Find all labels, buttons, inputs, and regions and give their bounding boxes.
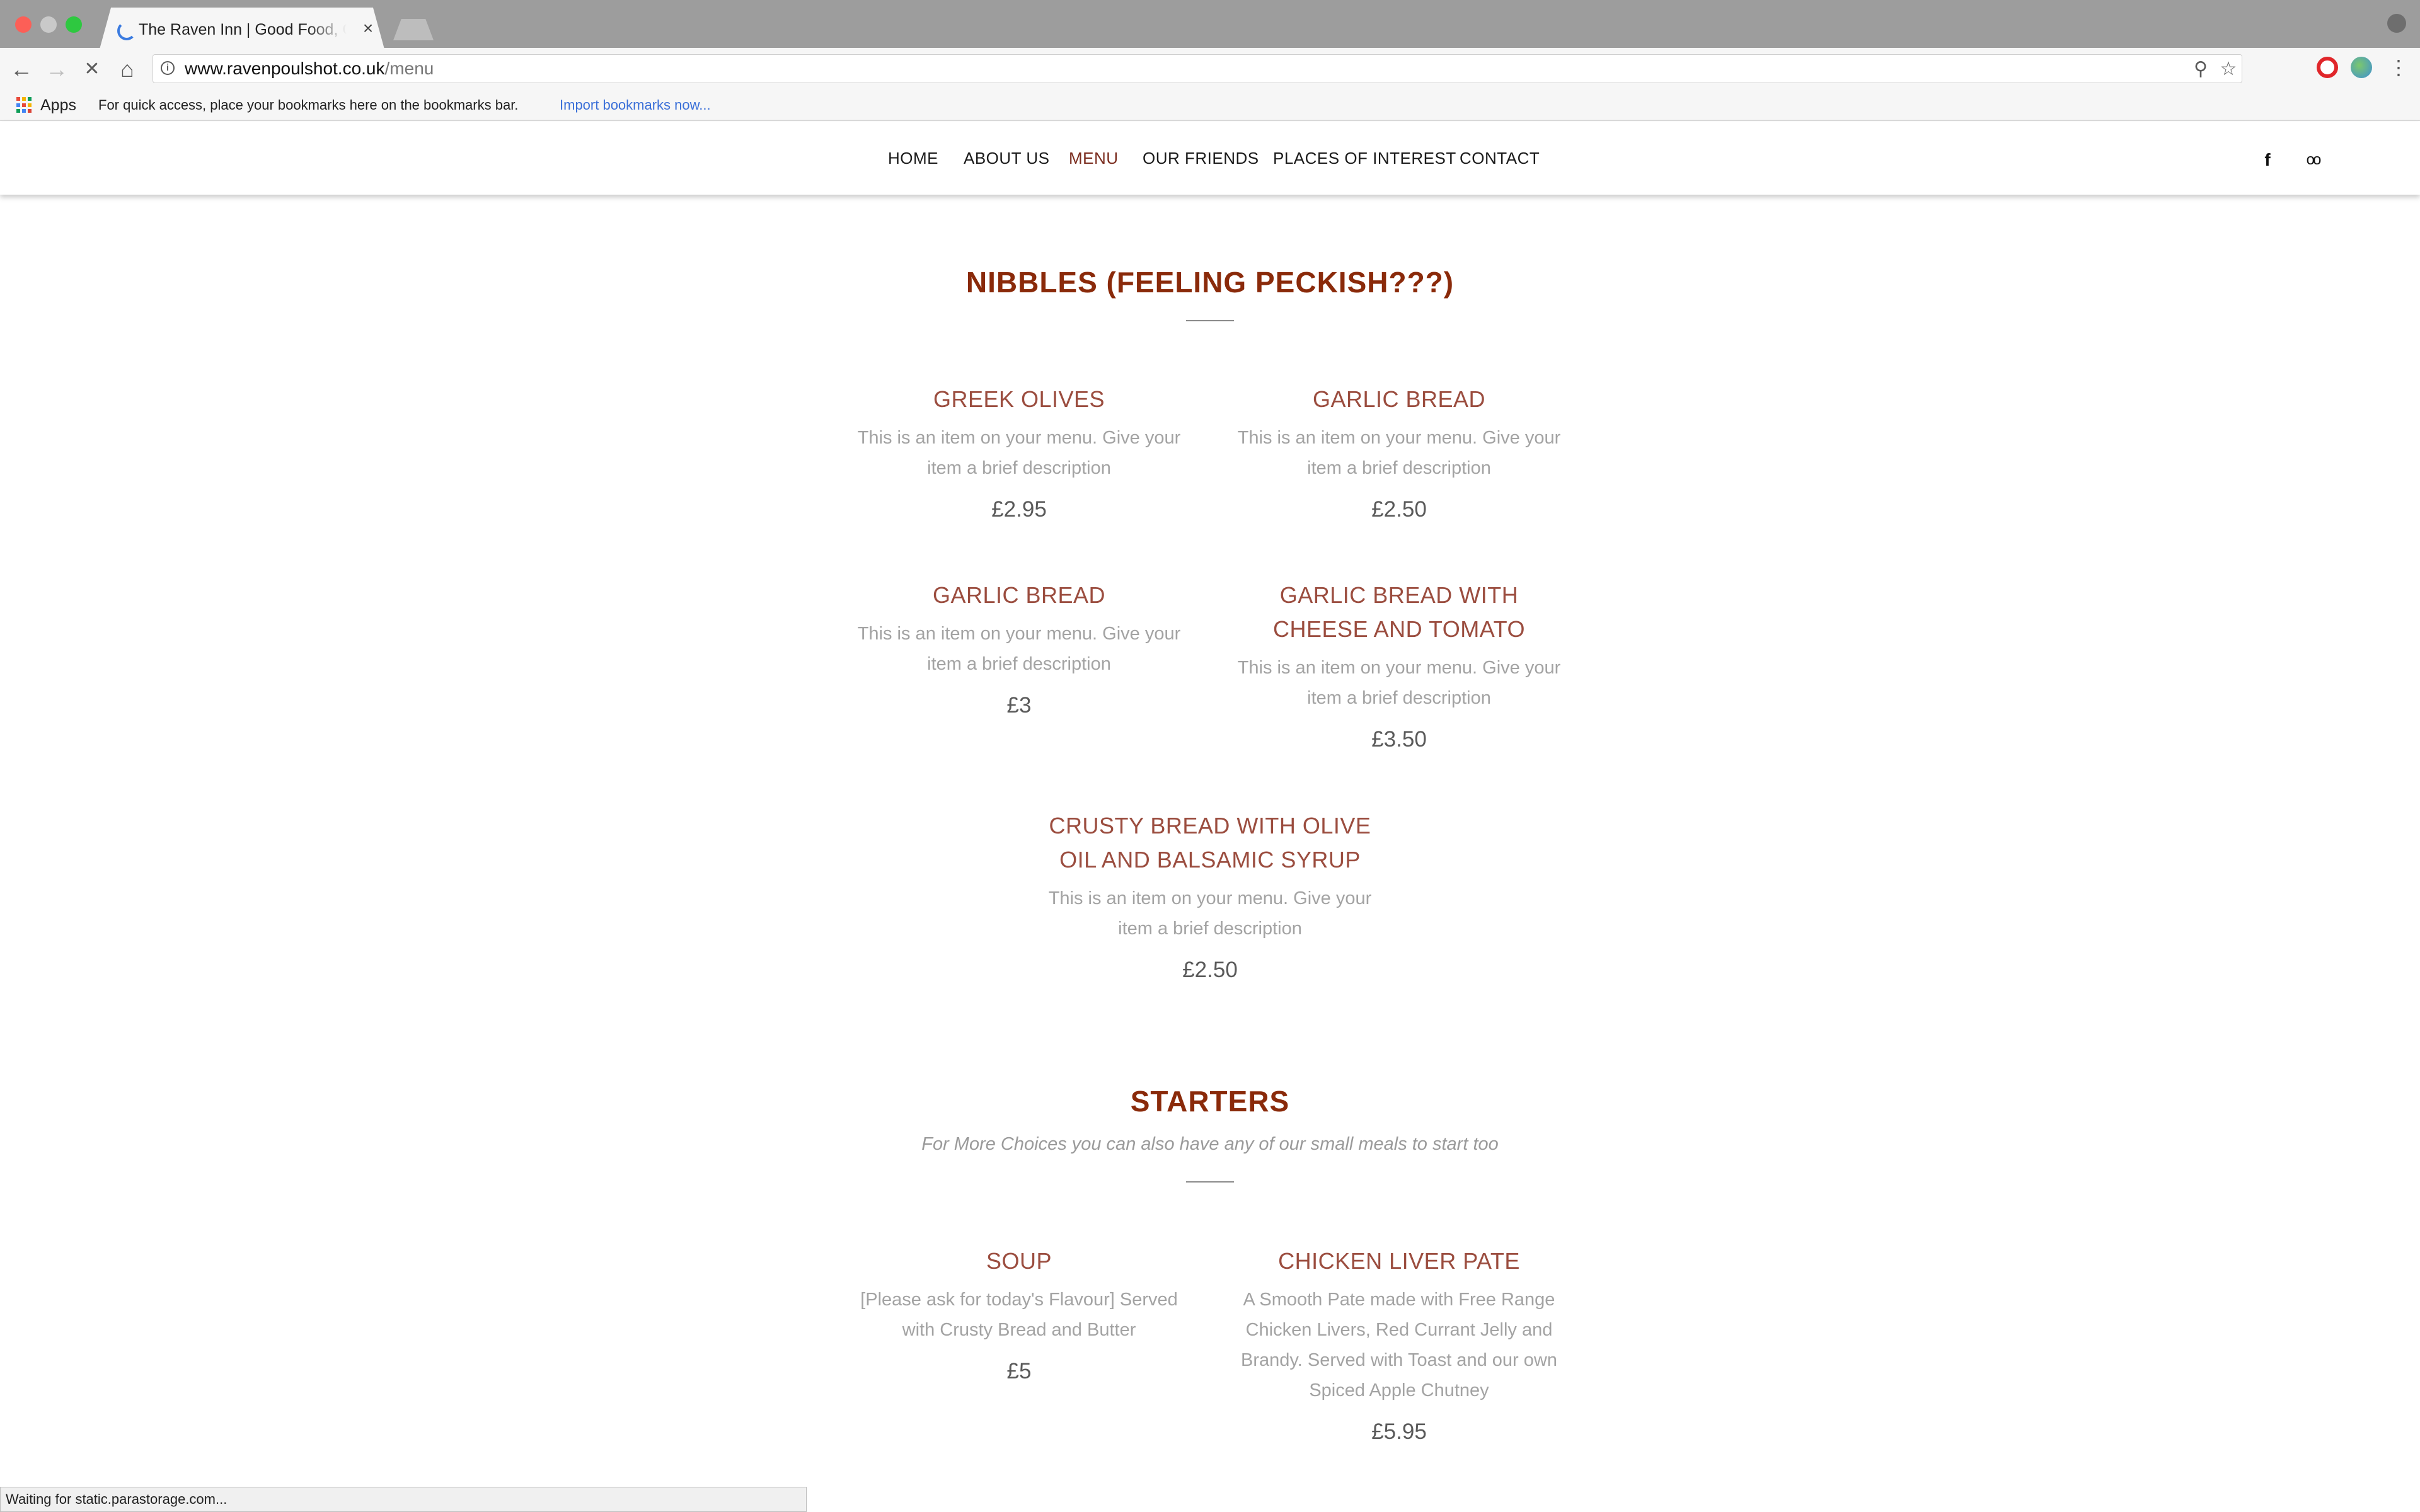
menu-item-name: GARLIC BREAD	[932, 582, 1106, 608]
section-title-nibbles: NIBBLES (FEELING PECKISH???)	[965, 266, 1455, 299]
menu-item-price: £5	[1006, 1359, 1032, 1383]
main-nav: HOME ABOUT US MENU OUR FRIENDS PLACES OF…	[0, 122, 2420, 195]
menu-item-name: GARLIC BREAD WITH CHEESE AND TOMATO	[1273, 582, 1525, 642]
nav-menu[interactable]: MENU	[1069, 147, 1119, 169]
maximize-window-button[interactable]	[66, 16, 82, 33]
menu-item: CHICKEN LIVER PATE A Smooth Pate made wi…	[1235, 1244, 1563, 1447]
zoom-icon[interactable]: ⚲	[2190, 59, 2211, 80]
new-tab-button[interactable]	[393, 19, 434, 40]
stop-loading-icon[interactable]: ✕	[78, 55, 106, 83]
menu-item-desc: This is an item on your menu. Give your …	[1237, 658, 1561, 708]
apps-grid-dot	[16, 97, 20, 101]
bookmark-star-icon[interactable]: ☆	[2218, 59, 2239, 80]
browser-tab-active[interactable]: The Raven Inn | Good Food, Good ×	[100, 8, 384, 49]
apps-grid-dot	[22, 109, 26, 113]
menu-item-desc: This is an item on your menu. Give your …	[857, 428, 1181, 478]
close-window-button[interactable]	[15, 16, 32, 33]
site-info-icon[interactable]: i	[161, 61, 175, 75]
nav-places-of-interest[interactable]: PLACES OF INTEREST	[1273, 147, 1456, 169]
section-divider	[1186, 1181, 1234, 1183]
apps-grid-dot	[28, 103, 32, 107]
menu-item-desc: [Please ask for today's Flavour] Served …	[860, 1290, 1178, 1340]
address-bar[interactable]: i www.ravenpoulshot.co.uk/menu ⚲ ☆	[153, 54, 2242, 83]
menu-item: GARLIC BREAD This is an item on your men…	[855, 578, 1183, 721]
apps-grid-dot	[22, 103, 26, 107]
tripadvisor-icon[interactable]: oo	[2300, 151, 2325, 169]
url-host: www.ravenpoulshot.co.uk	[185, 59, 385, 78]
menu-item-name: SOUP	[986, 1248, 1052, 1274]
browser-titlebar: The Raven Inn | Good Food, Good ×	[0, 0, 2420, 49]
menu-item-price: £5.95	[1371, 1419, 1427, 1444]
loading-spinner-icon	[117, 21, 136, 40]
menu-content: NIBBLES (FEELING PECKISH???) GREEK OLIVE…	[0, 195, 2420, 1512]
menu-item: CRUSTY BREAD WITH OLIVE OIL AND BALSAMIC…	[1046, 809, 1374, 985]
menu-item-price: £3.50	[1371, 727, 1427, 752]
menu-item-price: £2.50	[1182, 958, 1238, 982]
url-path: /menu	[384, 59, 434, 78]
url-text[interactable]: www.ravenpoulshot.co.uk/menu	[185, 57, 434, 80]
opera-extension-icon[interactable]	[2317, 57, 2338, 78]
menu-item-desc: This is an item on your menu. Give your …	[1048, 888, 1372, 939]
apps-grid-dot	[22, 97, 26, 101]
apps-grid-dot	[28, 109, 32, 113]
menu-item-name: CHICKEN LIVER PATE	[1278, 1248, 1520, 1274]
section-divider	[1186, 320, 1234, 321]
minimize-window-button[interactable]	[40, 16, 57, 33]
section-subtitle-starters: For More Choices you can also have any o…	[921, 1134, 1499, 1154]
nav-home[interactable]: HOME	[888, 147, 938, 169]
section-title-starters: STARTERS	[1130, 1085, 1290, 1118]
menu-item-desc: This is an item on your menu. Give your …	[1237, 428, 1561, 478]
menu-item-price: £3	[1006, 693, 1032, 718]
import-bookmarks-link[interactable]: Import bookmarks now...	[560, 96, 711, 115]
apps-grid-icon[interactable]	[16, 97, 33, 113]
menu-item-desc: A Smooth Pate made with Free Range Chick…	[1241, 1290, 1557, 1400]
facebook-icon[interactable]: f	[2259, 151, 2276, 169]
bookmarks-hint: For quick access, place your bookmarks h…	[98, 97, 519, 113]
profile-icon[interactable]	[2387, 14, 2406, 33]
nav-contact[interactable]: CONTACT	[1460, 147, 1540, 169]
menu-item: GARLIC BREAD WITH CHEESE AND TOMATO This…	[1235, 578, 1563, 755]
site-header: HOME ABOUT US MENU OUR FRIENDS PLACES OF…	[0, 122, 2420, 195]
apps-grid-dot	[16, 103, 20, 107]
browser-menu-icon[interactable]: ⋮	[2388, 57, 2409, 78]
forward-arrow-icon[interactable]: →	[43, 55, 71, 83]
nav-about-us[interactable]: ABOUT US	[964, 147, 1049, 169]
menu-item-name: GARLIC BREAD	[1312, 386, 1486, 412]
apps-grid-dot	[28, 97, 32, 101]
back-arrow-icon[interactable]: ←	[8, 55, 35, 83]
menu-item-name: GREEK OLIVES	[933, 386, 1105, 412]
browser-status-bar: Waiting for static.parastorage.com...	[0, 1487, 807, 1512]
apps-link[interactable]: Apps	[40, 94, 76, 116]
menu-item: GARLIC BREAD This is an item on your men…	[1235, 382, 1563, 525]
tab-close-icon[interactable]: ×	[359, 18, 377, 39]
globe-extension-icon[interactable]	[2351, 57, 2372, 78]
menu-item-desc: This is an item on your menu. Give your …	[857, 624, 1181, 674]
home-icon[interactable]: ⌂	[113, 55, 141, 83]
menu-item-price: £2.95	[991, 497, 1047, 522]
bookmarks-bar: Apps For quick access, place your bookma…	[0, 89, 2420, 121]
tab-title-fade	[308, 19, 347, 40]
apps-grid-dot	[16, 109, 20, 113]
browser-toolbar: ← → ✕ ⌂ i www.ravenpoulshot.co.uk/menu ⚲…	[0, 48, 2420, 89]
menu-item: SOUP [Please ask for today's Flavour] Se…	[855, 1244, 1183, 1387]
menu-item-price: £2.50	[1371, 497, 1427, 522]
menu-item: GREEK OLIVES This is an item on your men…	[855, 382, 1183, 525]
menu-item-name: CRUSTY BREAD WITH OLIVE OIL AND BALSAMIC…	[1049, 813, 1371, 873]
nav-our-friends[interactable]: OUR FRIENDS	[1143, 147, 1259, 169]
